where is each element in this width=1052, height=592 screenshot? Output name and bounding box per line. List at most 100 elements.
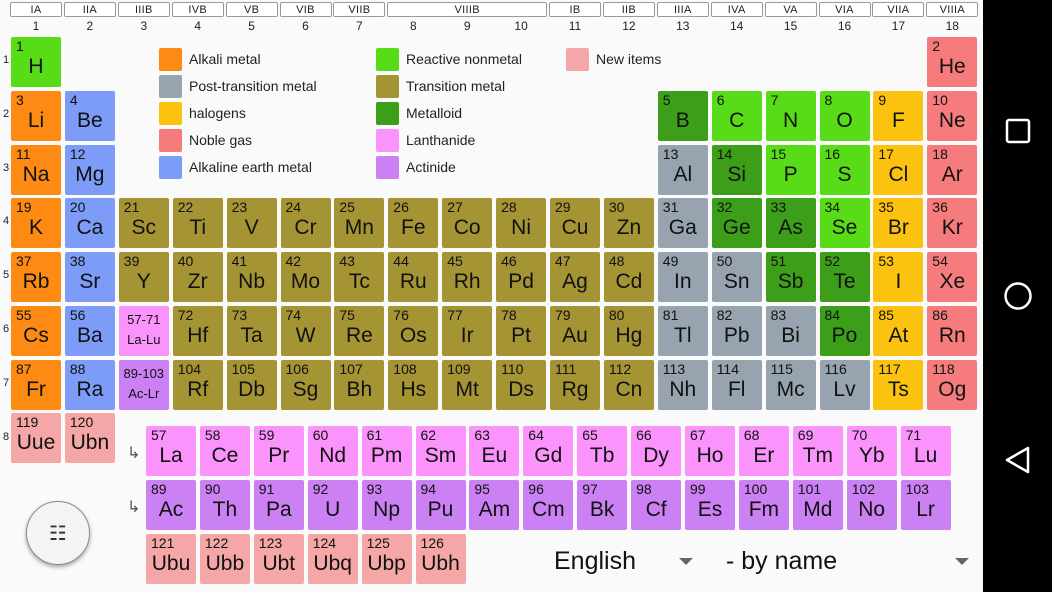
element-cell[interactable]: 63 Eu bbox=[469, 426, 520, 476]
home-button[interactable] bbox=[983, 266, 1052, 326]
element-cell[interactable]: 20 Ca bbox=[64, 198, 115, 249]
element-cell[interactable]: 10 Ne bbox=[927, 90, 978, 141]
element-cell[interactable]: 6C bbox=[711, 90, 762, 141]
element-cell[interactable]: 77 Ir bbox=[442, 306, 493, 356]
element-cell[interactable]: 31 Ga bbox=[657, 198, 708, 249]
recents-button[interactable] bbox=[983, 101, 1052, 161]
element-cell[interactable]: 97 Bk bbox=[577, 480, 628, 530]
element-cell[interactable]: 101 Md bbox=[792, 480, 843, 530]
element-cell[interactable]: 81 Tl bbox=[657, 306, 708, 356]
sort-dropdown[interactable]: - by name bbox=[726, 541, 971, 581]
element-cell[interactable]: 71 Lu bbox=[900, 426, 951, 476]
element-cell[interactable]: 51 Sb bbox=[765, 252, 816, 303]
element-cell[interactable]: 112 Cn bbox=[603, 359, 654, 410]
element-cell[interactable]: 64 Gd bbox=[523, 426, 574, 476]
element-cell[interactable]: 120 Ubn bbox=[64, 413, 115, 463]
menu-button[interactable]: ☷ bbox=[26, 501, 90, 565]
element-cell[interactable]: 16 S bbox=[819, 144, 870, 195]
element-cell[interactable]: 21 Sc bbox=[118, 198, 169, 249]
element-cell[interactable]: 79 Au bbox=[550, 306, 600, 356]
element-cell[interactable]: 88 Ra bbox=[64, 359, 115, 410]
element-cell[interactable]: 99 Es bbox=[685, 480, 735, 530]
element-cell[interactable]: 98 Cf bbox=[631, 480, 682, 530]
element-cell[interactable]: 25 Mn bbox=[334, 198, 385, 249]
element-cell[interactable]: 72 Hf bbox=[172, 306, 223, 356]
element-cell[interactable]: 27 Co bbox=[442, 198, 493, 249]
element-cell[interactable]: 62 Sm bbox=[415, 426, 466, 476]
element-cell[interactable]: 22 Ti bbox=[172, 198, 223, 249]
element-cell[interactable]: 33 As bbox=[765, 198, 816, 249]
element-cell[interactable]: 44 Ru bbox=[388, 252, 439, 303]
element-cell[interactable]: 26 Fe bbox=[388, 198, 439, 249]
element-cell[interactable]: 37 Rb bbox=[11, 252, 61, 303]
element-cell[interactable]: 14 Si bbox=[711, 144, 762, 195]
element-cell[interactable]: 104 Rf bbox=[172, 359, 223, 410]
element-cell[interactable]: 50 Sn bbox=[711, 252, 762, 303]
element-cell[interactable]: 73 Ta bbox=[226, 306, 277, 356]
element-cell[interactable]: 94 Pu bbox=[415, 480, 466, 530]
element-cell[interactable]: 123 Ubt bbox=[253, 534, 304, 584]
element-cell[interactable]: 54 Xe bbox=[927, 252, 978, 303]
element-cell[interactable]: 17 Cl bbox=[873, 144, 924, 195]
element-cell[interactable]: 58 Ce bbox=[199, 426, 250, 476]
element-cell[interactable]: 30 Zn bbox=[603, 198, 654, 249]
element-cell[interactable]: 103 Lr bbox=[900, 480, 951, 530]
element-cell[interactable]: 45 Rh bbox=[442, 252, 493, 303]
element-cell[interactable]: 34 Se bbox=[819, 198, 870, 249]
element-cell[interactable]: 12 Mg bbox=[64, 144, 115, 195]
element-cell[interactable]: 93 Np bbox=[361, 480, 412, 530]
element-cell[interactable]: 48 Cd bbox=[603, 252, 654, 303]
element-cell[interactable]: 19 K bbox=[11, 198, 61, 249]
element-cell[interactable]: 18 Ar bbox=[927, 144, 978, 195]
element-cell[interactable]: 57 La bbox=[146, 426, 196, 476]
element-cell[interactable]: 117 Ts bbox=[873, 359, 924, 410]
element-cell[interactable]: 122 Ubb bbox=[199, 534, 250, 584]
element-cell[interactable]: 42 Mo bbox=[280, 252, 331, 303]
element-cell[interactable]: 91 Pa bbox=[253, 480, 304, 530]
back-button[interactable] bbox=[983, 430, 1052, 490]
element-cell[interactable]: 53 I bbox=[873, 252, 924, 303]
element-cell[interactable]: 39 Y bbox=[118, 252, 169, 303]
element-cell[interactable]: 74 W bbox=[280, 306, 331, 356]
element-cell[interactable]: 113 Nh bbox=[657, 359, 708, 410]
element-cell[interactable]: 7N bbox=[765, 90, 816, 141]
element-cell[interactable]: 124 Ubq bbox=[307, 534, 358, 584]
element-cell[interactable]: 119 Uue bbox=[11, 413, 61, 463]
element-cell[interactable]: 85 At bbox=[873, 306, 924, 356]
element-cell[interactable]: 47 Ag bbox=[550, 252, 600, 303]
element-cell[interactable]: 95 Am bbox=[469, 480, 520, 530]
element-cell[interactable]: 23 V bbox=[226, 198, 277, 249]
element-cell[interactable]: 108 Hs bbox=[388, 359, 439, 410]
element-cell[interactable]: 107 Bh bbox=[334, 359, 385, 410]
element-cell[interactable]: 61 Pm bbox=[361, 426, 412, 476]
element-cell[interactable]: 28 Ni bbox=[496, 198, 547, 249]
element-cell[interactable]: 87 Fr bbox=[11, 359, 61, 410]
element-cell[interactable]: 70 Yb bbox=[846, 426, 897, 476]
element-cell[interactable]: 8O bbox=[819, 90, 870, 141]
element-cell[interactable]: 38 Sr bbox=[64, 252, 115, 303]
element-cell[interactable]: 80 Hg bbox=[603, 306, 654, 356]
element-cell[interactable]: 96 Cm bbox=[523, 480, 574, 530]
element-cell[interactable]: 24 Cr bbox=[280, 198, 331, 249]
element-cell[interactable]: 116 Lv bbox=[819, 359, 870, 410]
element-cell[interactable]: 9F bbox=[873, 90, 924, 141]
element-cell[interactable]: 126 Ubh bbox=[415, 534, 466, 584]
element-cell[interactable]: 43 Tc bbox=[334, 252, 385, 303]
element-cell[interactable]: 114 Fl bbox=[711, 359, 762, 410]
element-cell[interactable]: 5B bbox=[657, 90, 708, 141]
element-cell[interactable]: 41 Nb bbox=[226, 252, 277, 303]
element-cell[interactable]: 56 Ba bbox=[64, 306, 115, 356]
element-cell[interactable]: 68 Er bbox=[738, 426, 789, 476]
element-cell[interactable]: 46 Pd bbox=[496, 252, 547, 303]
element-cell[interactable]: 60 Nd bbox=[307, 426, 358, 476]
element-cell[interactable]: 76 Os bbox=[388, 306, 439, 356]
element-cell[interactable]: 118 Og bbox=[927, 359, 978, 410]
element-cell[interactable]: 121 Ubu bbox=[146, 534, 196, 584]
element-cell[interactable]: 65 Tb bbox=[577, 426, 628, 476]
language-dropdown[interactable]: English bbox=[554, 541, 696, 581]
element-cell[interactable]: 66 Dy bbox=[631, 426, 682, 476]
element-cell[interactable]: 35 Br bbox=[873, 198, 924, 249]
element-cell[interactable]: 89-103 Ac-Lr bbox=[118, 359, 169, 410]
element-cell[interactable]: 111 Rg bbox=[550, 359, 600, 410]
element-cell[interactable]: 49 In bbox=[657, 252, 708, 303]
